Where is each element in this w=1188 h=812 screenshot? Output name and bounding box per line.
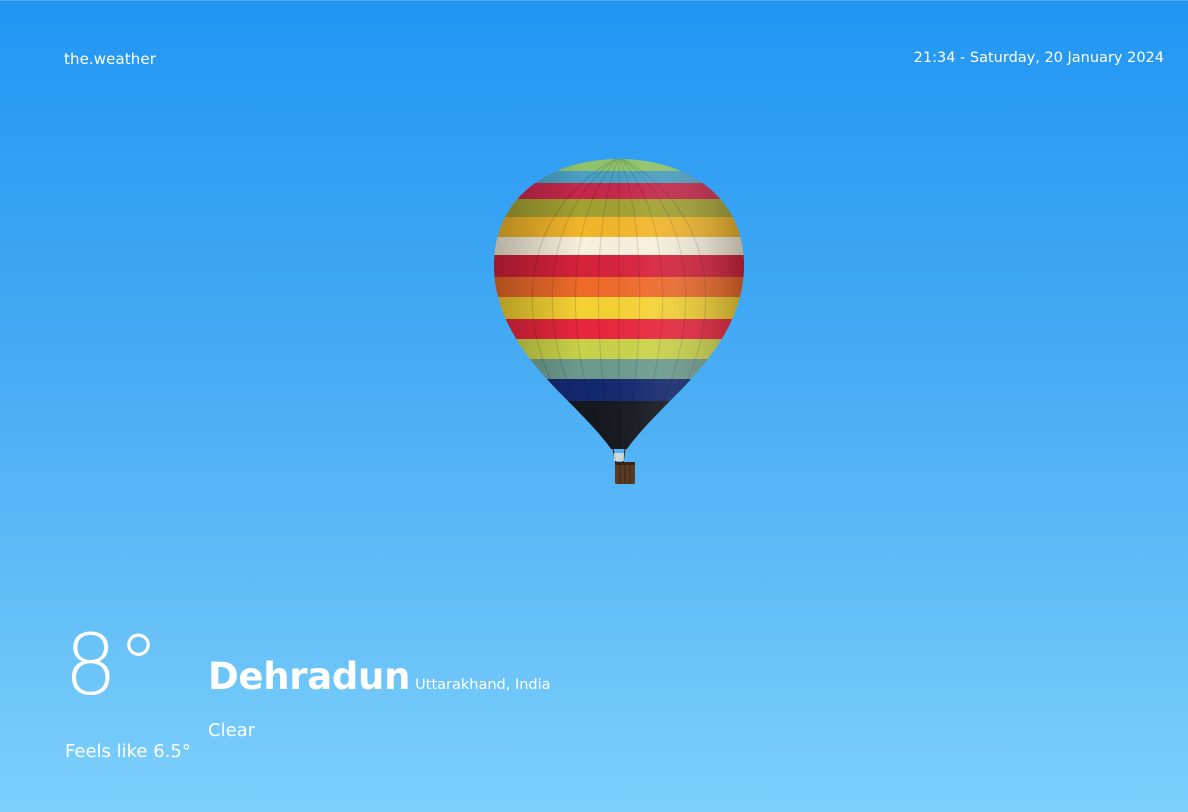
city-name: Dehradun bbox=[208, 655, 411, 698]
current-temperature: 8° bbox=[64, 616, 160, 714]
feels-like-temperature: Feels like 6.5° bbox=[65, 741, 191, 762]
hot-air-balloon-icon bbox=[494, 159, 744, 484]
current-datetime: 21:34 - Saturday, 20 January 2024 bbox=[913, 50, 1164, 66]
location: Dehradun Uttarakhand, India bbox=[208, 655, 551, 698]
brand-logo: the.weather bbox=[64, 50, 156, 68]
region-name: Uttarakhand, India bbox=[415, 677, 551, 693]
weather-condition: Clear bbox=[208, 720, 256, 741]
